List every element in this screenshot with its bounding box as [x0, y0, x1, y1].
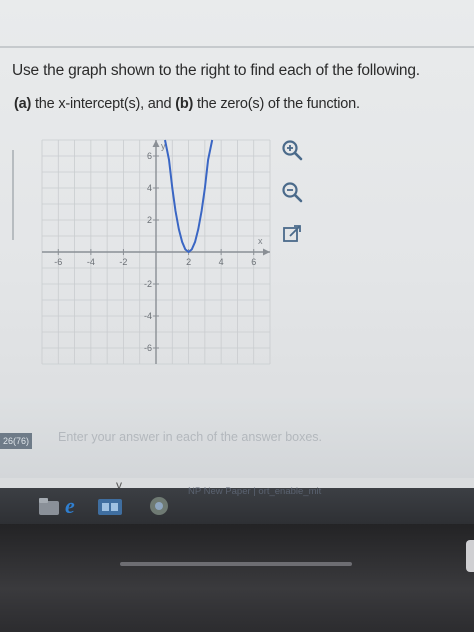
file-explorer-icon[interactable] — [38, 494, 60, 518]
x-tick-label: 4 — [219, 257, 224, 267]
x-axis-label: x — [258, 236, 263, 246]
laptop-bezel — [0, 524, 474, 632]
part-a-marker: (a) — [14, 96, 32, 112]
function-graph: xy-6 -4 -2 2 4 6642-2-4-6 — [41, 139, 271, 365]
part-b-text: the zero(s) of the function. — [193, 96, 360, 112]
x-tick-label: 2 — [186, 257, 191, 267]
taskbar-status-text: NP New Paper | ort_enable_mit — [188, 486, 322, 497]
x-tick-label: -4 — [87, 257, 95, 267]
x-tick-label: 6 — [251, 257, 256, 267]
header-divider — [0, 46, 474, 48]
x-axis-arrow — [263, 248, 270, 256]
y-tick-label: 6 — [147, 151, 152, 161]
edge-browser-icon[interactable]: e — [62, 494, 84, 518]
left-panel-edge — [0, 150, 14, 240]
y-tick-label: -6 — [144, 343, 152, 353]
popout-icon[interactable] — [280, 222, 304, 246]
x-tick-label: -6 — [54, 257, 62, 267]
y-tick-label: 2 — [147, 215, 152, 225]
zoom-in-icon[interactable] — [280, 138, 304, 162]
answer-hint: Enter your answer in each of the answer … — [58, 430, 323, 444]
screen: Use the graph shown to the right to find… — [0, 0, 474, 500]
y-tick-label: -4 — [144, 311, 152, 321]
progress-counter: 26(76) — [0, 433, 33, 449]
y-tick-label: 4 — [147, 183, 152, 193]
chrome-browser-icon[interactable] — [146, 494, 172, 518]
zoom-out-icon[interactable] — [280, 180, 304, 204]
part-b-marker: (b) — [175, 96, 194, 112]
x-tick-label: -2 — [119, 257, 127, 267]
laptop-edge — [466, 540, 474, 572]
graph-tools — [280, 138, 306, 264]
y-tick-label: -2 — [144, 279, 152, 289]
instruction-text: Use the graph shown to the right to find… — [12, 62, 420, 79]
svg-text:e: e — [65, 494, 75, 518]
laptop-hinge — [120, 562, 352, 566]
part-a-text: the x-intercept(s), and — [31, 96, 176, 112]
store-app-icon[interactable] — [96, 494, 124, 518]
question-text: (a) the x-intercept(s), and (b) the zero… — [14, 96, 454, 112]
y-axis-arrow — [152, 140, 160, 147]
